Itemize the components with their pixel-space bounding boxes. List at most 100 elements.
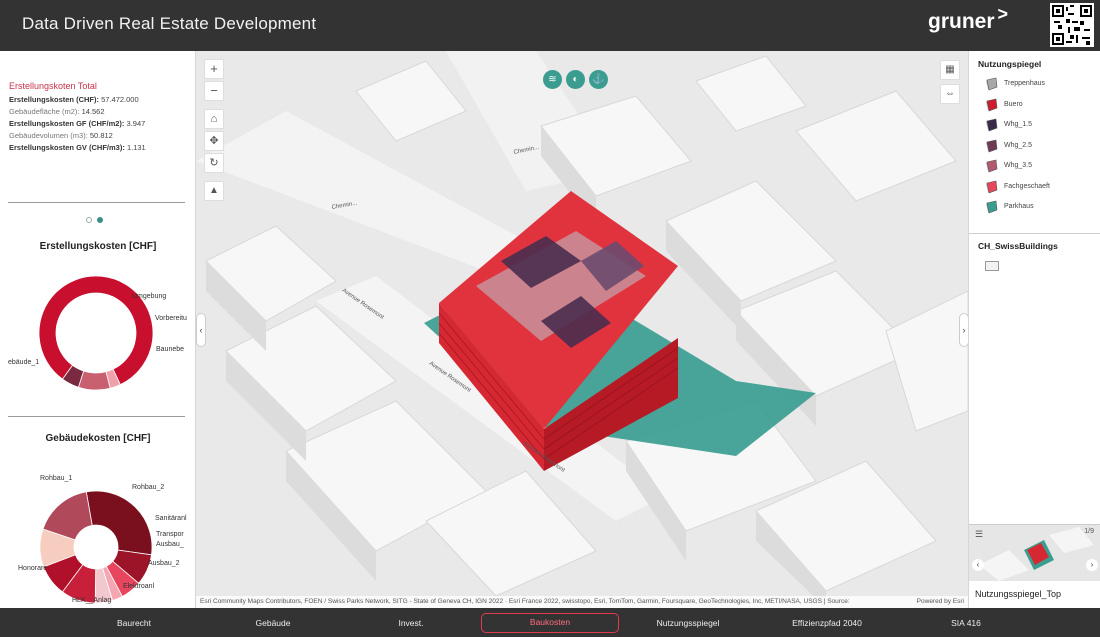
stat-value: 1.131: [126, 143, 146, 152]
left-panel: Erstellungskoten Total Erstellungskosten…: [0, 51, 196, 608]
bookmark-label: Nutzungsspiegel_Top: [975, 589, 1062, 599]
compass-icon[interactable]: ▲: [204, 181, 224, 201]
chart-label: Umgebung: [132, 293, 166, 300]
basemap-gallery-icon[interactable]: ▦: [940, 60, 960, 80]
chart-label: Elektroanl: [123, 583, 155, 590]
stat-label: Erstellungskosten GV (CHF/m3):: [9, 143, 125, 152]
zoom-out-icon[interactable]: −: [204, 81, 224, 101]
legend-swatch-icon: [986, 139, 998, 152]
chart-label: Vorbereitu: [155, 315, 187, 322]
erstellung-donut-chart[interactable]: Umgebung Vorbereitu Baunebe ebäude_1: [0, 256, 196, 411]
pan-icon[interactable]: ✥: [204, 131, 224, 151]
legend-label: Buero: [1004, 100, 1023, 108]
stat-row: Erstellungskosten (CHF): 57.472.000: [9, 94, 194, 106]
map-toolbar: + − ⌂ ✥ ↻ ▲: [204, 59, 226, 203]
stat-label: Erstellungskosten GF (CHF/m2):: [9, 119, 125, 128]
map-attribution: Esri Community Maps Contributors, FOEN /…: [196, 596, 968, 608]
nav-item[interactable]: SIA 416: [916, 613, 1016, 633]
zoom-in-icon[interactable]: +: [204, 59, 224, 79]
legend-label: Whg_2.5: [1004, 141, 1033, 149]
chart-label: ebäude_1: [8, 359, 39, 366]
qr-code-icon: [1050, 3, 1094, 47]
stat-row: Gebäudevolumen (m3): 50.812: [9, 130, 194, 142]
anchor-icon[interactable]: ⚓: [589, 70, 608, 89]
bookmark-carousel: ☰ 1/9 ‹ › Nutzungsspiegel_Top: [969, 524, 1100, 608]
chart-label: Rohbau_2: [132, 484, 164, 491]
stat-value: 14.562: [81, 107, 105, 116]
rotate-icon[interactable]: ↻: [204, 153, 224, 173]
collapse-left-button[interactable]: ‹: [196, 313, 206, 347]
layer-title: CH_SwissBuildings: [978, 241, 1058, 251]
pie-slice[interactable]: [85, 490, 153, 556]
powered-by[interactable]: Powered by Esri: [917, 596, 964, 608]
legend-label: Parkhaus: [1004, 203, 1034, 210]
section-divider: [8, 416, 185, 417]
stat-label: Erstellungskosten (CHF):: [9, 95, 100, 104]
legend-title: Nutzungspiegel: [978, 59, 1042, 69]
nav-item[interactable]: Baurecht: [84, 613, 184, 633]
logo-text: gruner: [928, 10, 995, 33]
nav-item[interactable]: Gebäude: [223, 613, 323, 633]
chart-label: Ausbau_2: [148, 560, 180, 567]
legend-swatch-icon: [986, 118, 998, 132]
chart-label: Sanitäranl: [155, 515, 187, 522]
erstellung-chart-title: Erstellungskosten [CHF]: [39, 241, 157, 252]
summary-title: Erstellungskoten Total: [9, 81, 97, 91]
chart-label: Honorare: [18, 565, 47, 572]
legend-label: Whg_1.5: [1004, 121, 1033, 128]
collapse-right-button[interactable]: ›: [959, 313, 968, 347]
stat-row: Erstellungskosten GV (CHF/m3): 1.131: [9, 142, 194, 154]
app-window: Data Driven Real Estate Development grun…: [0, 0, 1100, 637]
cost-summary: Erstellungskoten Total Erstellungskosten…: [9, 80, 194, 154]
building-layer-icon: [985, 261, 999, 271]
previous-icon[interactable]: ‹: [972, 559, 984, 571]
nav-item-active[interactable]: Baukosten: [481, 613, 619, 633]
stat-row: Gebäudefläche (m2): 14.562: [9, 106, 194, 118]
header-bar: Data Driven Real Estate Development grun…: [0, 0, 1100, 51]
map-view[interactable]: Avenue Rosemont Avenue Rosemont Avenue R…: [196, 51, 968, 608]
legend-label: Treppenhaus: [1004, 80, 1045, 87]
3d-scene[interactable]: Avenue Rosemont Avenue Rosemont Avenue R…: [196, 51, 968, 608]
nav-item[interactable]: Invest.: [361, 613, 461, 633]
legend-swatch-icon: [986, 77, 998, 91]
carousel-dots: [86, 210, 108, 228]
carousel-dot-active[interactable]: [97, 217, 103, 223]
app-title: Data Driven Real Estate Development: [22, 14, 317, 33]
bookmark-thumbnail[interactable]: [969, 525, 1100, 581]
logo-chevron: >: [997, 4, 1009, 24]
legend-swatch-icon: [986, 98, 998, 111]
bookmark-pager: 1/9: [1084, 528, 1094, 535]
stat-value: 50.812: [89, 131, 113, 140]
legend-label: Fachgeschaeft: [1004, 182, 1050, 190]
pie-slice[interactable]: [77, 370, 111, 391]
right-panel: Nutzungspiegel Treppenhaus Buero Whg_1.5 Wh…: [968, 51, 1100, 608]
chart-label: Ausbau_: [156, 541, 184, 548]
attribution-text: Esri Community Maps Contributors, FOEN /…: [200, 598, 850, 605]
list-icon[interactable]: ☰: [975, 529, 983, 540]
section-divider: [8, 202, 185, 203]
layers-icon[interactable]: ≋: [543, 70, 562, 89]
stat-row: Erstellungskosten GF (CHF/m2): 3.947: [9, 118, 194, 130]
compass-rose-icon[interactable]: ◐: [566, 70, 585, 89]
scene-tools: ≋ ◐ ⚓: [543, 69, 612, 89]
nav-item[interactable]: Effizienzpfad 2040: [777, 613, 877, 633]
gebaeude-donut-chart[interactable]: Rohbau_1 Rohbau_2 Sanitäranl Transpor Au…: [0, 471, 196, 608]
bottom-nav: Baurecht Gebäude Invest. Baukosten Nutzu…: [0, 608, 1100, 637]
legend-swatch-icon: [986, 200, 998, 214]
nav-item[interactable]: Nutzungsspiegel: [638, 613, 738, 633]
measure-icon[interactable]: ⇔: [940, 84, 960, 104]
legend-label: Whg_3.5: [1004, 162, 1033, 169]
legend-divider: [969, 233, 1100, 234]
next-icon[interactable]: ›: [1086, 559, 1098, 571]
gebaeude-chart-title: Gebäudekosten [CHF]: [45, 433, 151, 444]
stat-label: Gebäudevolumen (m3):: [9, 131, 88, 140]
gruner-logo: gruner >: [928, 4, 1008, 34]
carousel-dot[interactable]: [86, 217, 92, 223]
chart-label: Rohbau_1: [40, 475, 72, 482]
stat-value: 57.472.000: [101, 95, 139, 104]
home-icon[interactable]: ⌂: [204, 109, 224, 129]
legend-swatch-icon: [986, 180, 998, 193]
stat-label: Gebäudefläche (m2):: [9, 107, 80, 116]
chart-label: Baunebe: [156, 346, 184, 353]
legend-swatch-icon: [986, 159, 998, 173]
